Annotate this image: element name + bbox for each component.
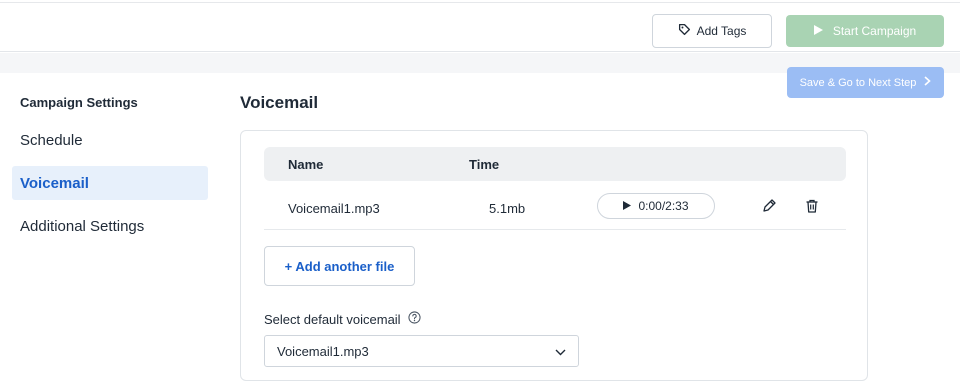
sidebar-item-label: Schedule <box>20 131 83 149</box>
save-next-step-label: Save & Go to Next Step <box>799 76 917 89</box>
sidebar-title: Campaign Settings <box>20 95 138 110</box>
voicemail-card: Name Time Voicemail1.mp3 5.1mb 0:00/2:33… <box>240 130 868 381</box>
play-icon <box>623 199 632 213</box>
question-circle-icon[interactable] <box>407 311 421 327</box>
play-icon <box>813 24 823 38</box>
default-voicemail-label-row: Select default voicemail <box>264 311 421 327</box>
column-header-name: Name <box>288 157 324 172</box>
sidebar-item-label: Additional Settings <box>20 217 145 235</box>
sidebar-item-schedule[interactable]: Schedule <box>12 123 208 157</box>
column-header-time: Time <box>469 157 500 172</box>
start-campaign-label: Start Campaign <box>832 24 917 38</box>
file-size: 5.1mb <box>489 201 526 216</box>
add-another-file-button[interactable]: + Add another file <box>264 246 415 286</box>
audio-player-button[interactable]: 0:00/2:33 <box>597 193 715 219</box>
sidebar-item-voicemail[interactable]: Voicemail <box>12 166 208 200</box>
save-next-step-button[interactable]: Save & Go to Next Step <box>787 67 944 98</box>
start-campaign-button[interactable]: Start Campaign <box>786 15 944 47</box>
file-name: Voicemail1.mp3 <box>288 201 380 216</box>
chevron-right-icon <box>924 76 932 89</box>
pencil-icon[interactable] <box>758 195 780 217</box>
sidebar-item-additional-settings[interactable]: Additional Settings <box>12 209 208 243</box>
add-tags-label: Add Tags <box>696 24 747 38</box>
table-row: Voicemail1.mp3 5.1mb 0:00/2:33 <box>264 189 846 230</box>
sidebar-item-label: Voicemail <box>20 174 89 192</box>
default-voicemail-label: Select default voicemail <box>264 311 401 327</box>
tag-icon <box>678 23 691 39</box>
default-voicemail-select[interactable]: Voicemail1.mp3 <box>264 335 579 367</box>
playback-time: 0:00/2:33 <box>638 199 689 213</box>
chevron-down-icon <box>555 344 566 359</box>
add-tags-button[interactable]: Add Tags <box>652 14 772 48</box>
select-value: Voicemail1.mp3 <box>277 343 369 359</box>
trash-icon[interactable] <box>801 195 823 217</box>
table-header: Name Time <box>264 147 846 181</box>
page-title: Voicemail <box>240 93 319 112</box>
top-toolbar: Add Tags Start Campaign <box>0 3 960 52</box>
